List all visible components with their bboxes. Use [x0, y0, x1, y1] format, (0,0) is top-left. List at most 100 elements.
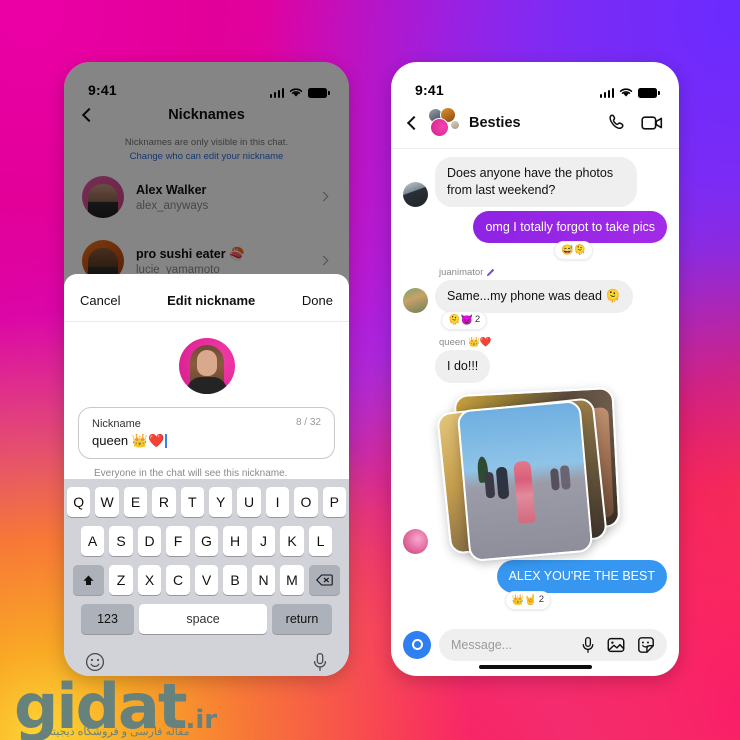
- nickname-input[interactable]: 8 / 32 Nickname queen 👑❤️: [78, 407, 335, 460]
- status-icons: [599, 87, 660, 98]
- message-row[interactable]: Does anyone have the photos from last we…: [403, 157, 667, 207]
- keyboard-row-2: A S D F G H J K L: [67, 526, 346, 557]
- video-call-icon[interactable]: [641, 114, 663, 132]
- text-caret: [165, 434, 167, 449]
- sheet-title: Edit nickname: [167, 293, 256, 308]
- key-g[interactable]: G: [194, 526, 219, 557]
- status-time: 9:41: [415, 82, 444, 98]
- message-row[interactable]: Same...my phone was dead 🫠: [403, 280, 667, 313]
- chevron-right-icon: [318, 255, 329, 266]
- key-c[interactable]: C: [166, 565, 190, 596]
- cellular-signal-icon: [599, 88, 614, 98]
- key-i[interactable]: I: [265, 487, 290, 518]
- message-input-placeholder: Message...: [451, 637, 513, 652]
- reaction-emojis: 🫠😈: [448, 315, 473, 326]
- watermark: gidat .ir مقاله فارسی و فروشگاه دیجیتال: [14, 675, 218, 738]
- shift-icon[interactable]: [73, 565, 105, 596]
- character-counter: 8 / 32: [295, 417, 321, 428]
- reaction-badge[interactable]: 🫠😈 2: [441, 311, 488, 330]
- key-r[interactable]: R: [152, 487, 176, 518]
- return-key[interactable]: return: [272, 604, 332, 635]
- back-chevron-icon[interactable]: [406, 115, 422, 131]
- message-bubble[interactable]: ALEX YOU'RE THE BEST: [496, 559, 667, 593]
- home-indicator: [478, 664, 592, 669]
- nickname-helper-text: Everyone in the chat will see this nickn…: [94, 468, 288, 480]
- keyboard-row-1: Q W E R T Y U I O P: [66, 487, 347, 518]
- message-bubble[interactable]: omg I totally forgot to take pics: [473, 210, 667, 244]
- wifi-icon: [619, 88, 633, 97]
- reaction-badge[interactable]: 👑🤘 2: [504, 590, 551, 610]
- photo-stack-message[interactable]: [436, 386, 621, 562]
- change-editor-link[interactable]: Change who can edit your nickname: [130, 151, 284, 162]
- message-bubble[interactable]: Same...my phone was dead 🫠: [435, 280, 633, 313]
- key-q[interactable]: Q: [66, 487, 91, 518]
- key-b[interactable]: B: [223, 565, 247, 596]
- photo-card-front[interactable]: [456, 399, 594, 562]
- key-a[interactable]: A: [80, 526, 105, 557]
- nickname-row-info: Alex Walker alex_anyways: [136, 181, 308, 212]
- battery-icon: [308, 88, 330, 98]
- message-bubble[interactable]: I do!!!: [435, 350, 491, 383]
- key-f[interactable]: F: [166, 526, 190, 557]
- sheet-toolbar: Cancel Edit nickname Done: [64, 281, 349, 322]
- cancel-button[interactable]: Cancel: [80, 293, 120, 308]
- pencil-icon: [487, 269, 495, 277]
- nicknames-screen: 9:41 Nicknames Nicknames are only visibl…: [64, 62, 349, 676]
- key-e[interactable]: E: [123, 487, 148, 518]
- key-d[interactable]: D: [137, 526, 162, 557]
- system-note: You changed the nickname for Alex Walker…: [403, 614, 667, 621]
- keyboard-row-4: 123 space return: [67, 604, 346, 635]
- sticker-icon[interactable]: [637, 636, 655, 654]
- message-row[interactable]: omg I totally forgot to take pics: [403, 210, 667, 244]
- key-w[interactable]: W: [95, 487, 119, 518]
- message-bubble[interactable]: Does anyone have the photos from last we…: [435, 157, 637, 207]
- group-avatar-cluster[interactable]: [427, 107, 461, 138]
- backspace-icon[interactable]: [308, 565, 340, 596]
- message-row[interactable]: ALEX YOU'RE THE BEST: [403, 559, 667, 593]
- camera-icon[interactable]: [403, 630, 431, 659]
- key-y[interactable]: Y: [209, 487, 233, 518]
- key-o[interactable]: O: [294, 487, 318, 518]
- watermark-tld: .ir: [185, 704, 218, 735]
- key-p[interactable]: P: [322, 487, 347, 518]
- nickname-row-alex-walker[interactable]: Alex Walker alex_anyways: [64, 165, 349, 229]
- chat-title[interactable]: Besties: [469, 115, 599, 131]
- chat-header-actions: [607, 113, 663, 133]
- key-j[interactable]: J: [251, 526, 276, 557]
- key-k[interactable]: K: [280, 526, 304, 557]
- space-key[interactable]: space: [139, 604, 267, 635]
- key-l[interactable]: L: [308, 526, 333, 557]
- microphone-icon[interactable]: [581, 636, 595, 654]
- key-z[interactable]: Z: [109, 565, 133, 596]
- key-x[interactable]: X: [137, 565, 162, 596]
- key-t[interactable]: T: [180, 487, 204, 518]
- key-m[interactable]: M: [280, 565, 304, 596]
- key-s[interactable]: S: [109, 526, 133, 557]
- sheet-avatar-wrap: [64, 322, 349, 407]
- key-u[interactable]: U: [237, 487, 261, 518]
- battery-icon: [638, 88, 660, 98]
- nicknames-header: Nicknames: [64, 102, 349, 132]
- message-sender-label: queen 👑❤️: [403, 337, 667, 348]
- reaction-count: 2: [538, 593, 544, 605]
- message-list[interactable]: Does anyone have the photos from last we…: [391, 149, 679, 621]
- reaction-badge-wrap: 👑🤘 2: [403, 590, 667, 610]
- message-composer: Message...: [391, 621, 679, 665]
- reaction-badge[interactable]: 😅🫠: [554, 241, 593, 261]
- message-row[interactable]: I do!!!: [403, 350, 667, 383]
- microphone-icon[interactable]: [312, 652, 328, 672]
- wifi-icon: [289, 88, 303, 97]
- nickname-input-value-wrap: queen 👑❤️: [92, 433, 321, 449]
- message-sender-label: juanimator: [403, 267, 667, 278]
- chevron-right-icon: [318, 191, 329, 202]
- photo-gallery-icon[interactable]: [607, 636, 625, 654]
- phone-call-icon[interactable]: [607, 113, 627, 133]
- numbers-key[interactable]: 123: [81, 604, 134, 635]
- message-input[interactable]: Message...: [439, 628, 667, 661]
- avatar: [403, 528, 428, 554]
- done-button[interactable]: Done: [302, 293, 333, 308]
- reaction-emojis: 😅🫠: [561, 245, 586, 257]
- key-n[interactable]: N: [251, 565, 276, 596]
- key-v[interactable]: V: [194, 565, 219, 596]
- key-h[interactable]: H: [223, 526, 247, 557]
